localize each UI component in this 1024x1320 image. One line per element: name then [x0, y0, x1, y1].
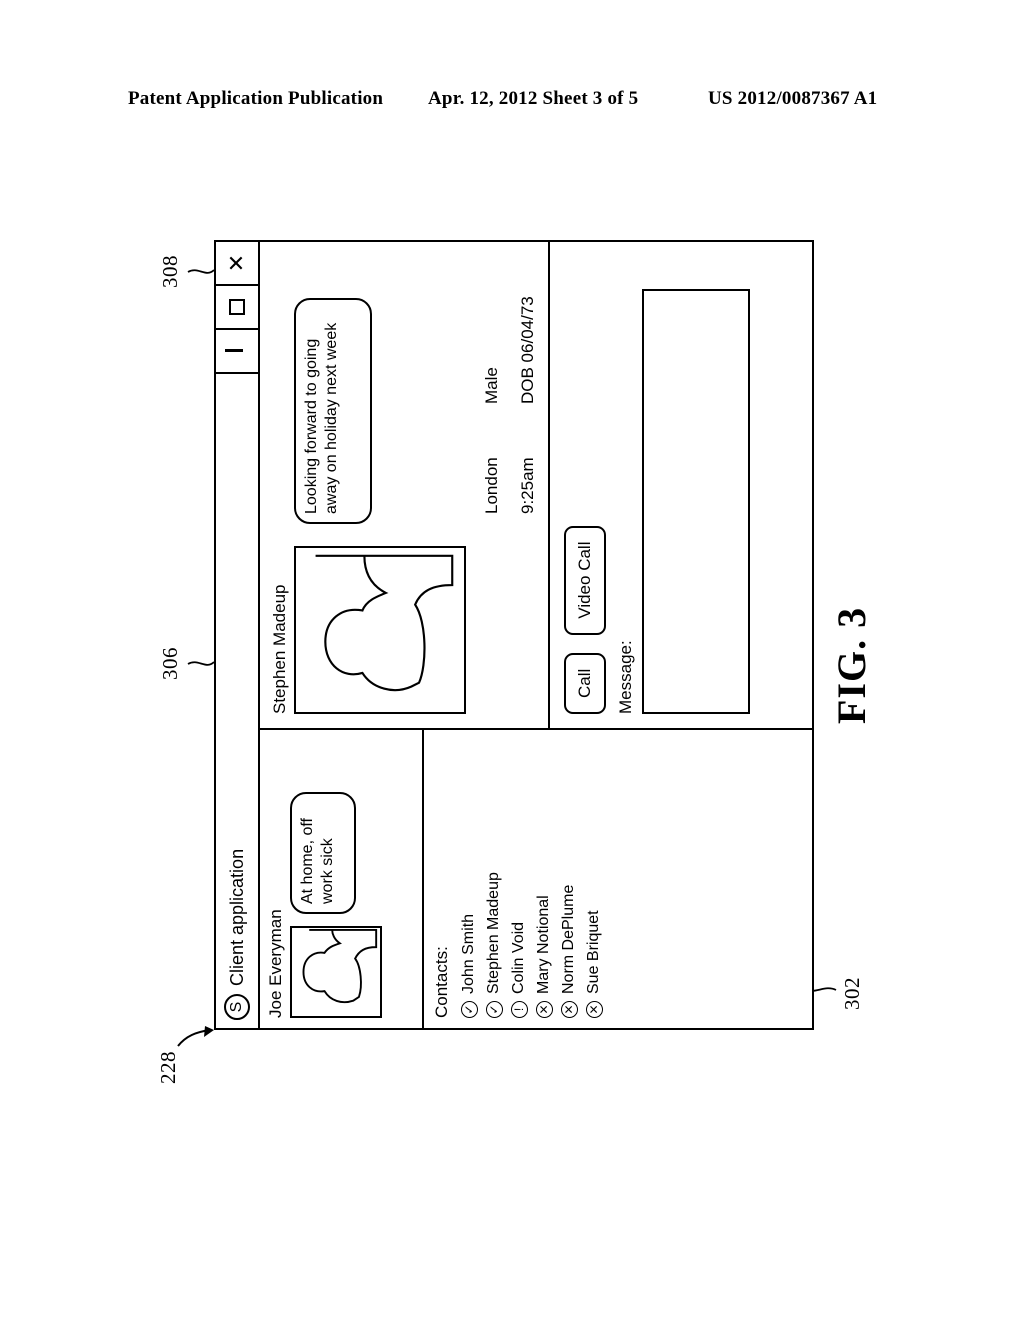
status-cross-icon: ✕ — [535, 1001, 553, 1018]
video-call-button[interactable]: Video Call — [564, 525, 606, 635]
list-item[interactable]: ✓ Stephen Madeup — [485, 740, 503, 1018]
contacts-panel: Contacts: ✓ John Smith ✓ Stephen Madeup — [424, 730, 812, 1028]
figure-caption: FIG. 3 — [829, 606, 874, 724]
figure-stage: 228 302 304 306 308 S Client application… — [0, 0, 1024, 1320]
self-avatar[interactable] — [290, 926, 382, 1018]
contact-name: Colin Void — [510, 921, 527, 994]
reference-numeral-228: 228 — [156, 1051, 180, 1084]
status-check-icon: ✓ — [460, 1001, 478, 1018]
list-item[interactable]: ✕ Sue Briquet — [585, 740, 603, 1018]
contact-date-of-birth: DOB 06/04/73 — [518, 296, 537, 404]
maximize-icon[interactable] — [216, 286, 258, 330]
contact-name: Mary Notional — [535, 895, 552, 994]
client-application-window[interactable]: S Client application ✕ Joe Everyman At h… — [214, 240, 814, 1030]
figure-3: 228 302 304 306 308 S Client application… — [152, 210, 874, 1110]
contact-location: London — [482, 457, 501, 514]
status-cross-icon: ✕ — [560, 1001, 578, 1018]
status-cross-icon: ✕ — [585, 1001, 603, 1018]
window-title: Client application — [226, 848, 247, 986]
contact-detail-fields: London Male 9:25am DOB 06/04/73 — [482, 256, 538, 514]
status-check-icon: ✓ — [485, 1001, 503, 1018]
self-user-panel: Joe Everyman At home, off work sick — [260, 730, 424, 1028]
person-silhouette-icon — [315, 554, 454, 692]
contact-detail-name: Stephen Madeup — [270, 584, 289, 715]
message-label: Message: — [616, 640, 635, 714]
contact-gender: Male — [482, 367, 501, 404]
right-column: Stephen Madeup Looking forward to going … — [260, 242, 812, 728]
call-button-row: Call Video Call — [564, 256, 606, 714]
list-item[interactable]: ✕ Mary Notional — [535, 740, 553, 1018]
list-item[interactable]: ✕ Norm DePlume — [560, 740, 578, 1018]
contacts-list: ✓ John Smith ✓ Stephen Madeup ! Colin Vo… — [460, 740, 603, 1018]
call-button[interactable]: Call — [564, 652, 606, 714]
status-exclamation-icon: ! — [510, 1001, 528, 1018]
contact-avatar[interactable] — [294, 546, 466, 714]
contact-name: Sue Briquet — [585, 910, 602, 994]
reference-numeral-308: 308 — [158, 255, 182, 288]
message-input[interactable] — [642, 289, 750, 714]
list-item[interactable]: ✓ John Smith — [460, 740, 478, 1018]
list-item[interactable]: ! Colin Void — [510, 740, 528, 1018]
window-controls[interactable]: ✕ — [216, 242, 258, 374]
app-logo-icon: S — [224, 994, 250, 1020]
contact-status-bubble: Looking forward to going away on holiday… — [294, 298, 372, 524]
reference-numeral-302: 302 — [840, 977, 864, 1010]
contact-name: Norm DePlume — [560, 884, 577, 994]
window-body: Joe Everyman At home, off work sick Cont… — [260, 242, 812, 1028]
contact-details-panel: Stephen Madeup Looking forward to going … — [260, 242, 550, 728]
close-icon[interactable]: ✕ — [216, 242, 258, 286]
minimize-icon[interactable] — [216, 330, 258, 374]
person-silhouette-icon — [302, 928, 378, 1004]
contact-name: Stephen Madeup — [485, 872, 502, 994]
communication-panel: Call Video Call Message: — [550, 242, 812, 728]
self-user-name: Joe Everyman — [266, 909, 285, 1018]
window-title-bar[interactable]: S Client application ✕ — [216, 242, 260, 1028]
reference-numeral-306: 306 — [158, 647, 182, 680]
self-status-bubble: At home, off work sick — [290, 792, 356, 914]
left-column: Joe Everyman At home, off work sick Cont… — [260, 728, 812, 1028]
contact-local-time: 9:25am — [518, 457, 537, 514]
contact-name: John Smith — [460, 913, 477, 994]
contacts-label: Contacts: — [432, 946, 451, 1018]
